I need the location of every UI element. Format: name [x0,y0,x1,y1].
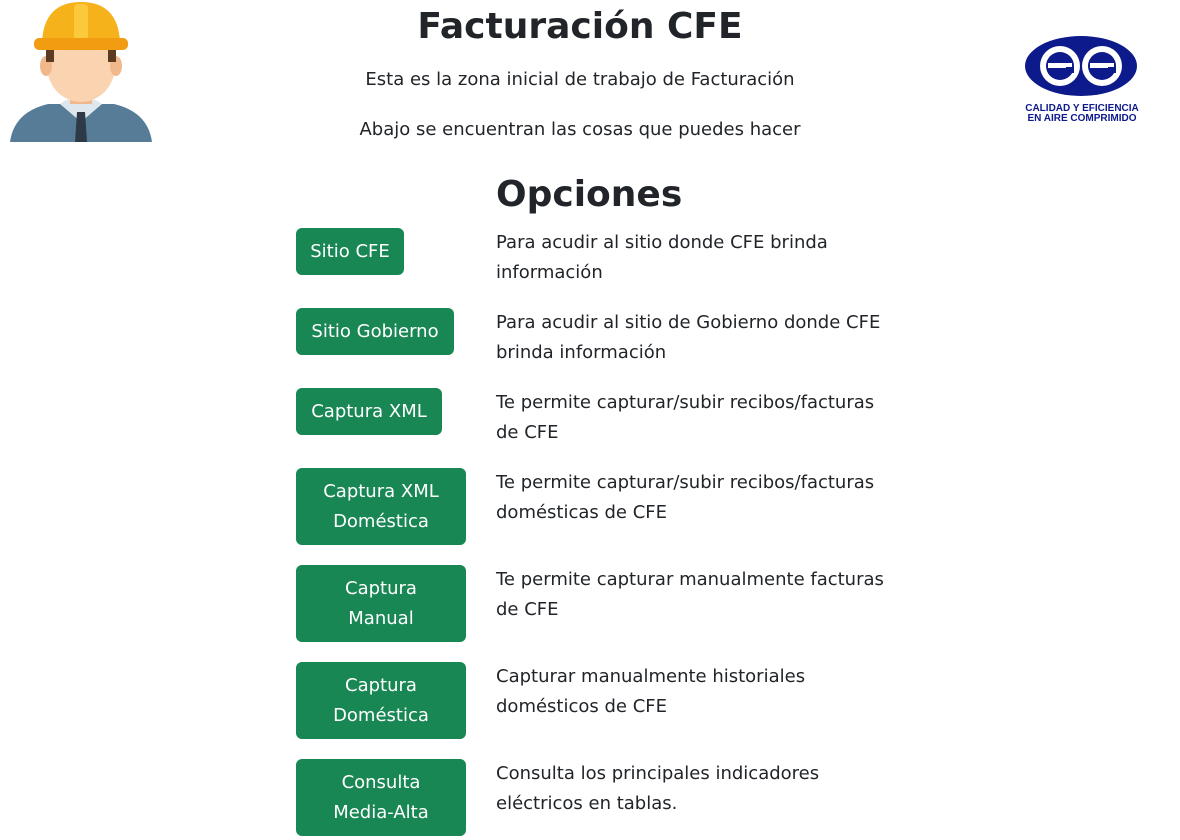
option-description: Consulta los principales indicadores elé… [496,763,820,814]
sitio-cfe-button[interactable]: Sitio CFE [296,228,404,275]
page-title: Facturación CFE [417,6,743,47]
logo-line-2: EN AIRE COMPRIMIDO [1027,113,1136,124]
captura-xml-domestica-button[interactable]: Captura XML Doméstica [296,468,466,545]
option-description: Para acudir al sitio de Gobierno donde C… [496,312,881,363]
instructions-text: Abajo se encuentran las cosas que puedes… [359,119,801,140]
intro-text: Esta es la zona inicial de trabajo de Fa… [365,69,795,90]
company-logo: CALIDAD Y EFICIENCIA EN AIRE COMPRIMIDO [1025,36,1139,124]
options-heading: Opciones [496,174,683,215]
captura-domestica-button[interactable]: Captura Doméstica [296,662,466,739]
captura-manual-button[interactable]: Captura Manual [296,565,466,642]
page: Facturación CFE Esta es la zona inicial … [0,0,1180,840]
option-description: Te permite capturar/subir recibos/factur… [496,472,875,523]
captura-xml-button[interactable]: Captura XML [296,388,442,435]
header: Facturación CFE Esta es la zona inicial … [0,0,1160,143]
option-description: Capturar manualmente historiales domésti… [496,666,806,717]
option-description: Te permite capturar manualmente facturas… [496,569,884,620]
option-description: Te permite capturar/subir recibos/factur… [496,392,875,443]
consulta-media-alta-button[interactable]: Consulta Media-Alta [296,759,466,836]
sitio-gobierno-button[interactable]: Sitio Gobierno [296,308,454,355]
option-description: Para acudir al sitio donde CFE brinda in… [496,232,828,283]
